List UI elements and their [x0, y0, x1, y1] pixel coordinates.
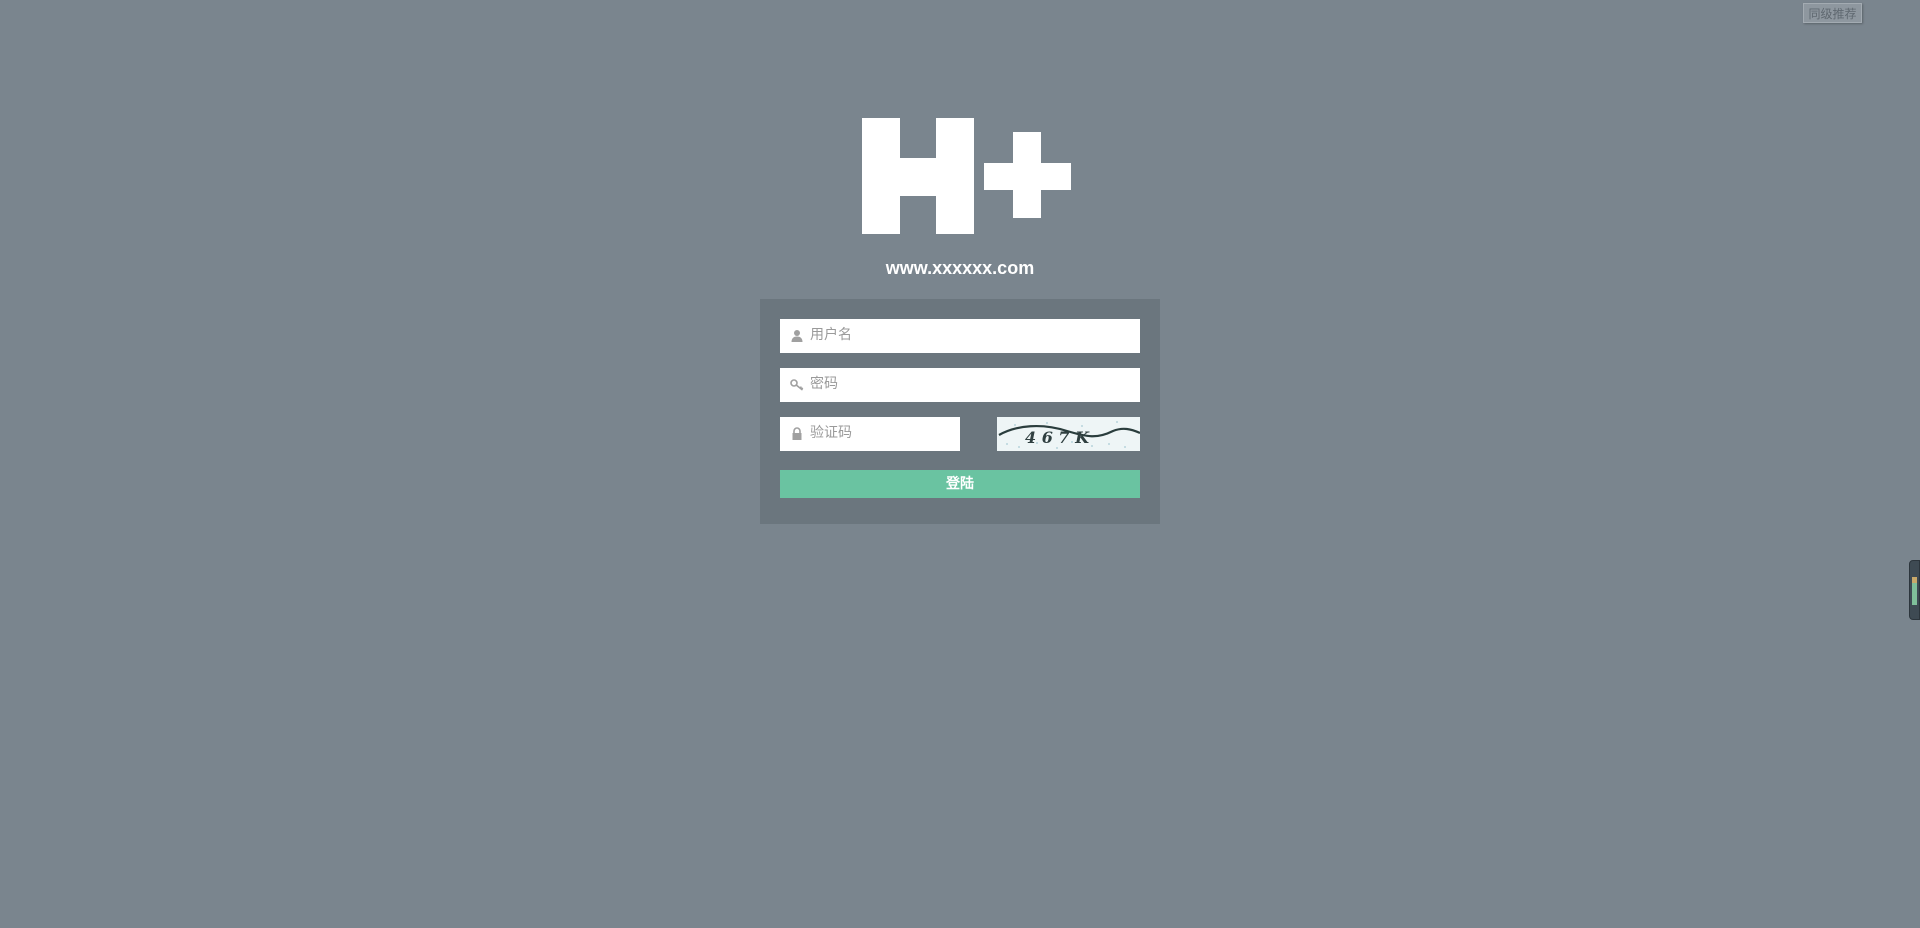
side-widget-tab[interactable]	[1909, 560, 1920, 620]
login-page: 同级推荐 www.xxxxxx.com 用户名 验证码 4 6 7 K 登陆	[0, 0, 1920, 928]
captcha-field-wrapper	[780, 417, 960, 451]
username-input[interactable]	[810, 319, 1130, 351]
captcha-input[interactable]	[810, 417, 955, 449]
login-form: 4 6 7 K 登陆	[760, 299, 1160, 524]
bar-meter-icon	[1912, 577, 1917, 605]
username-field-wrapper	[780, 319, 1140, 353]
h-plus-logo	[862, 118, 1071, 234]
user-icon	[791, 330, 803, 342]
site-url: www.xxxxxx.com	[885, 258, 1035, 278]
recommend-button[interactable]: 同级推荐	[1803, 3, 1862, 23]
login-button[interactable]: 登陆	[780, 470, 1140, 498]
password-field-wrapper	[780, 368, 1140, 402]
captcha-image[interactable]: 4 6 7 K	[997, 417, 1140, 451]
key-icon	[790, 379, 804, 391]
lock-icon	[792, 427, 802, 440]
password-input[interactable]	[810, 368, 1130, 400]
captcha-code: 4 6 7 K	[1025, 428, 1090, 447]
